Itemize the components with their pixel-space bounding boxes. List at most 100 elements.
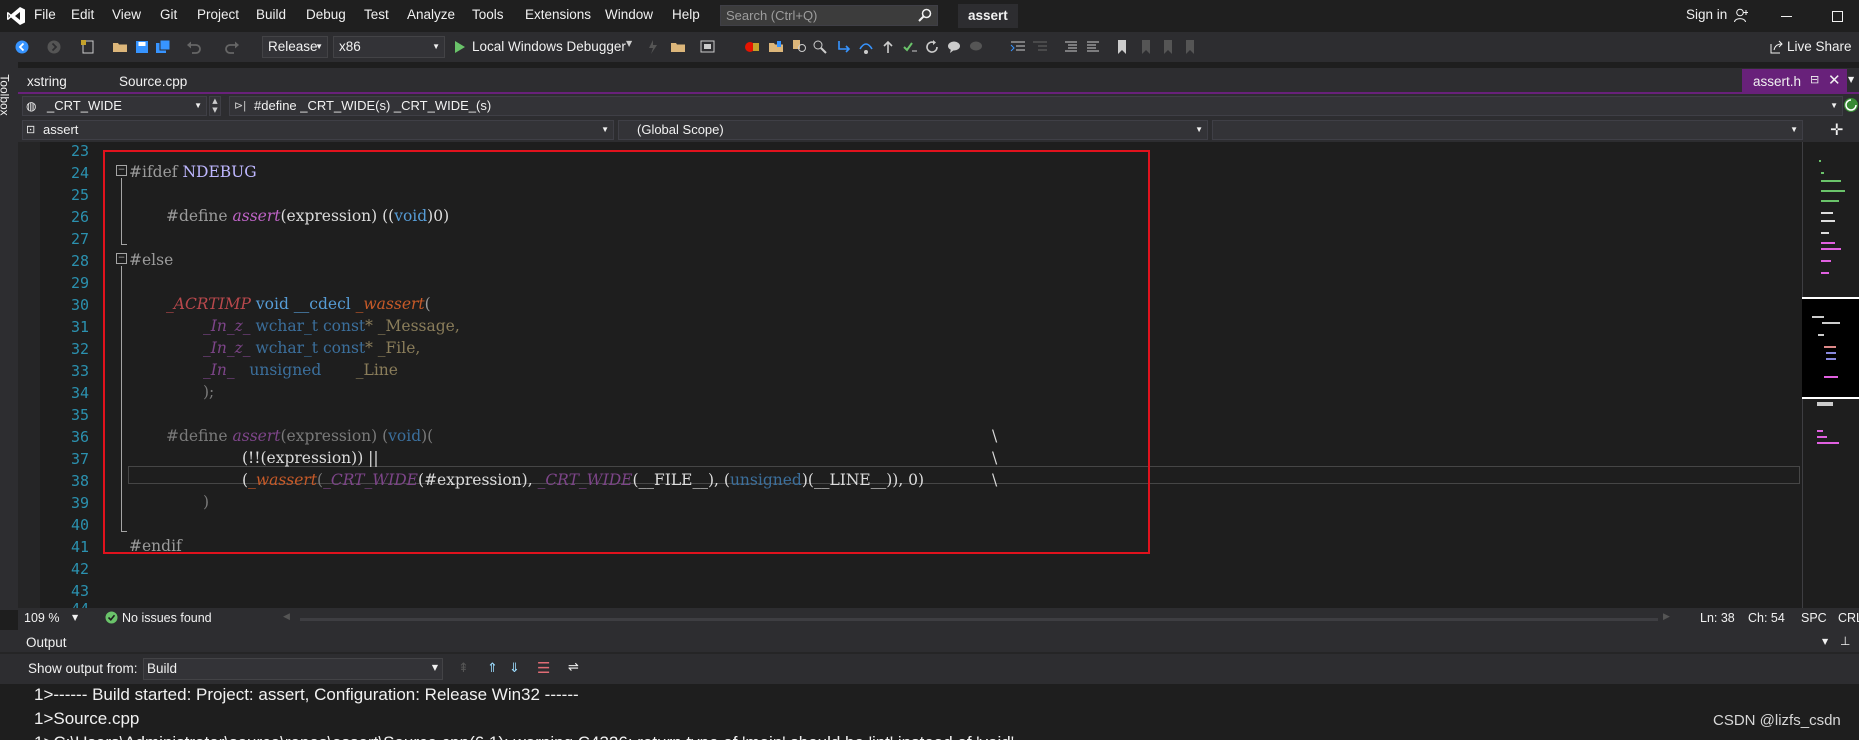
visual-studio-logo-icon[interactable]	[6, 6, 26, 26]
go-to-message-icon[interactable]: ⇞	[458, 661, 469, 676]
debug-target-button[interactable]: Local Windows Debugger	[472, 39, 626, 54]
find-symbol-icon[interactable]	[812, 39, 828, 55]
menu-tools[interactable]: Tools	[472, 7, 504, 22]
check-circle-icon	[105, 611, 118, 624]
zoom-level[interactable]: 109 %	[24, 611, 59, 625]
solution-configuration-select[interactable]: Release ▼	[262, 36, 328, 58]
find-in-files-icon[interactable]	[792, 39, 808, 55]
align-left-icon[interactable]	[1063, 39, 1079, 55]
function-select[interactable]: ▼	[1212, 120, 1803, 140]
step-over-icon[interactable]	[858, 39, 874, 55]
scroll-left-icon[interactable]: ◀	[283, 612, 290, 622]
scroll-right-icon[interactable]: ▶	[1663, 612, 1670, 622]
clear-all-icon[interactable]: ☰	[537, 659, 550, 677]
tab-overflow-icon[interactable]: ▼	[1848, 75, 1854, 84]
start-debugging-icon[interactable]	[454, 40, 466, 54]
line-ending-indicator[interactable]: CRLF	[1838, 611, 1859, 625]
scope-select[interactable]: (Global Scope) ▼	[618, 120, 1208, 140]
open-folder-icon[interactable]	[112, 39, 128, 55]
line-number: 39	[70, 494, 89, 512]
user-icon[interactable]	[1734, 8, 1748, 23]
chevron-down-icon[interactable]: ▼	[626, 39, 632, 48]
menu-file[interactable]: File	[34, 7, 56, 22]
tab-source-cpp[interactable]: Source.cpp	[119, 74, 187, 89]
globe-icon: ◍	[26, 99, 37, 113]
next-bookmark-icon[interactable]	[1160, 39, 1176, 55]
step-into-icon[interactable]	[836, 39, 852, 55]
line-number: 31	[70, 318, 89, 336]
horizontal-scrollbar[interactable]	[300, 618, 1658, 621]
scope-select-value: (Global Scope)	[637, 122, 724, 137]
menu-analyze[interactable]: Analyze	[407, 7, 455, 22]
split-icon[interactable]: ✛	[1830, 120, 1843, 139]
indent-icon[interactable]	[1032, 39, 1048, 55]
uncomment-icon[interactable]	[968, 39, 984, 55]
menu-window[interactable]: Window	[605, 7, 653, 22]
menu-test[interactable]: Test	[364, 7, 389, 22]
menu-git[interactable]: Git	[160, 7, 177, 22]
project-select[interactable]: ◍ _CRT_WIDE ▼	[22, 96, 207, 116]
annotation-highlight-box	[103, 150, 1150, 554]
member-select[interactable]: ⊳| #define _CRT_WIDE(s) _CRT_WIDE_(s) ▼	[229, 96, 1843, 116]
member-select-value: #define _CRT_WIDE(s) _CRT_WIDE_(s)	[254, 98, 492, 113]
search-icon[interactable]	[918, 8, 932, 22]
output-source-select[interactable]: Build ▼	[143, 658, 443, 680]
back-icon[interactable]	[14, 39, 30, 55]
chevron-down-icon: ▼	[432, 42, 440, 51]
pin-icon[interactable]: ⊟	[1810, 73, 1819, 86]
align-right-icon[interactable]	[1085, 39, 1101, 55]
next-message-icon[interactable]: ⇓	[509, 661, 520, 676]
pin-icon[interactable]: ⊥	[1840, 634, 1850, 648]
bookmark-folder-icon[interactable]	[768, 39, 784, 55]
menu-edit[interactable]: Edit	[71, 7, 94, 22]
chevron-down-icon[interactable]: ▼	[1822, 637, 1828, 646]
hot-reload-icon[interactable]	[645, 39, 661, 55]
line-number: 34	[70, 384, 89, 402]
toolbox-tab[interactable]: Toolbox	[0, 74, 12, 115]
redo-icon[interactable]	[224, 39, 240, 55]
window-layout-icon[interactable]	[700, 39, 716, 55]
folder-icon[interactable]	[670, 39, 686, 55]
restore-button[interactable]	[1832, 11, 1843, 22]
prev-bookmark-icon[interactable]	[1138, 39, 1154, 55]
save-all-icon[interactable]	[155, 39, 171, 55]
menu-view[interactable]: View	[112, 7, 141, 22]
breakpoint-icon[interactable]	[744, 39, 760, 55]
menu-build[interactable]: Build	[256, 7, 286, 22]
outdent-icon[interactable]	[1010, 39, 1026, 55]
output-line: 1>Source.cpp	[34, 709, 140, 728]
tab-xstring[interactable]: xstring	[27, 74, 67, 89]
step-out-icon[interactable]	[880, 39, 896, 55]
live-share-button[interactable]: Live Share	[1787, 39, 1852, 54]
chevron-down-icon[interactable]: ▼	[72, 613, 78, 622]
new-project-icon[interactable]	[80, 39, 96, 55]
undo-icon[interactable]	[186, 39, 202, 55]
refresh-icon[interactable]	[924, 39, 940, 55]
tab-assert-h[interactable]: assert.h ⊟ ✕	[1742, 69, 1847, 92]
close-icon[interactable]: ✕	[1828, 71, 1841, 89]
whitespace-indicator[interactable]: SPC	[1801, 611, 1827, 625]
word-wrap-icon[interactable]: ⇌	[568, 660, 579, 675]
clear-bookmarks-icon[interactable]	[1182, 39, 1198, 55]
bookmark-icon[interactable]	[1114, 39, 1130, 55]
save-icon[interactable]	[134, 39, 150, 55]
live-share-icon[interactable]	[1770, 40, 1784, 54]
issues-status[interactable]: No issues found	[122, 611, 212, 625]
comment-icon[interactable]	[946, 39, 962, 55]
minimap-visible-code	[1810, 312, 1840, 382]
menu-help[interactable]: Help	[672, 7, 700, 22]
scroll-spinner[interactable]: ▲ ▼	[209, 96, 221, 116]
line-number: 36	[70, 428, 89, 446]
menu-extensions[interactable]: Extensions	[525, 7, 591, 22]
platform-select[interactable]: x86 ▼	[333, 36, 445, 58]
check-list-icon[interactable]	[902, 39, 918, 55]
previous-message-icon[interactable]: ⇑	[487, 661, 498, 676]
file-select[interactable]: ⊡ assert ▼	[22, 120, 614, 140]
sign-in-link[interactable]: Sign in	[1686, 7, 1727, 22]
minimize-button[interactable]	[1781, 16, 1792, 17]
menu-debug[interactable]: Debug	[306, 7, 346, 22]
sync-icon[interactable]	[1843, 97, 1859, 113]
forward-icon[interactable]	[46, 39, 62, 55]
watermark: CSDN @lizfs_csdn	[1713, 712, 1841, 729]
menu-project[interactable]: Project	[197, 7, 239, 22]
